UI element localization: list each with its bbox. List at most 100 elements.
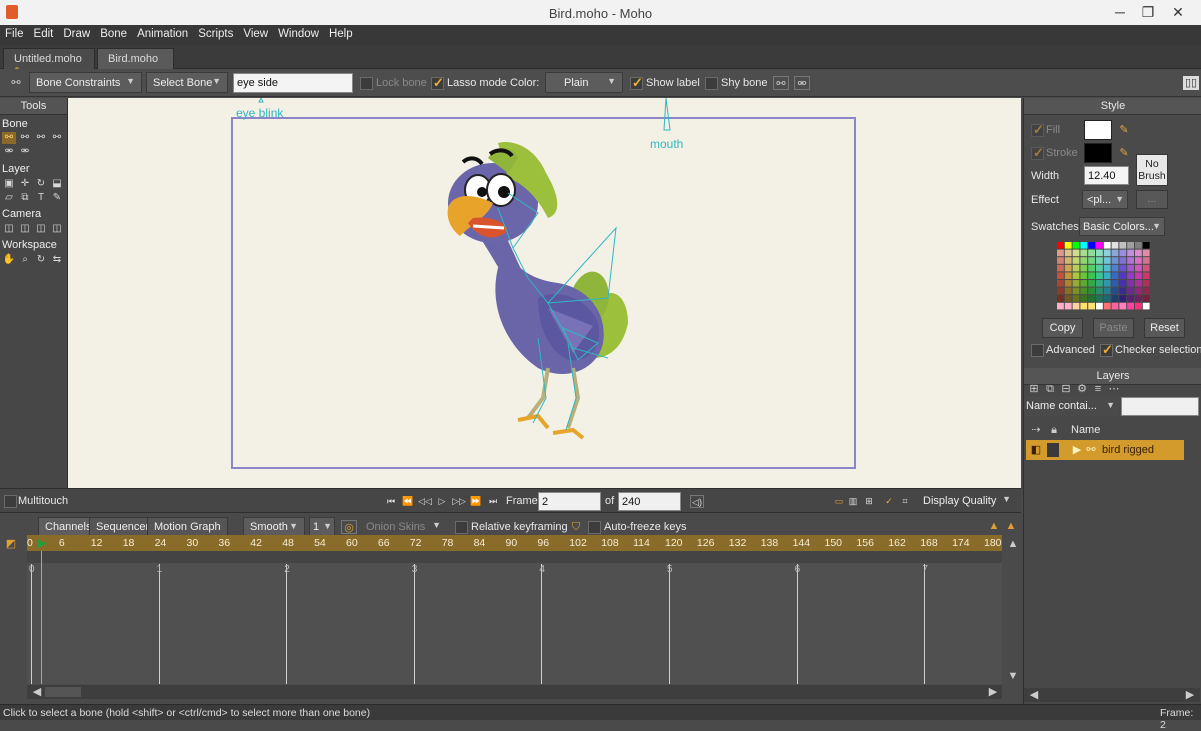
- text-tool-icon[interactable]: T: [34, 192, 48, 204]
- bone-constraints-dropdown[interactable]: Bone Constraints ▼: [29, 72, 142, 93]
- color-swatch[interactable]: [1142, 272, 1150, 279]
- color-swatch[interactable]: [1096, 264, 1103, 272]
- interpolation-dropdown[interactable]: Smooth ▼: [243, 517, 305, 536]
- zoom-camera-icon[interactable]: ◫: [18, 223, 32, 235]
- color-swatch[interactable]: [1135, 272, 1142, 279]
- zoom-icon[interactable]: ⌕: [18, 254, 32, 266]
- color-swatch[interactable]: [1127, 257, 1134, 264]
- color-swatch[interactable]: [1057, 257, 1064, 264]
- swatches-dropdown[interactable]: Basic Colors... ▼: [1079, 217, 1165, 236]
- next-keyframe-icon[interactable]: ⏩: [469, 495, 483, 508]
- color-swatch[interactable]: [1135, 249, 1142, 257]
- fast-forward-icon[interactable]: ⏭: [486, 495, 500, 508]
- tab-untitled[interactable]: Untitled.moho ✎: [3, 48, 95, 78]
- color-swatch[interactable]: [1080, 272, 1088, 279]
- color-swatch[interactable]: [1072, 257, 1080, 264]
- frame-ruler[interactable]: ▶ 0 6 12 18 24 30 36 42 48 54 60 66 72 78 84 90 96 102 108 1…: [27, 535, 1002, 551]
- tab-motion-graph[interactable]: Motion Graph: [147, 517, 228, 536]
- scroll-right-icon[interactable]: ▶: [985, 685, 1001, 699]
- color-swatch[interactable]: [1103, 242, 1111, 249]
- scroll-left-icon[interactable]: ◀: [1026, 688, 1042, 702]
- color-swatch[interactable]: [1142, 264, 1150, 272]
- color-swatch[interactable]: [1072, 272, 1080, 279]
- bone-strength-tool-icon[interactable]: ⚮: [2, 146, 16, 158]
- lasso-mode-checkbox[interactable]: [431, 75, 444, 91]
- collapse-timeline-icon[interactable]: ▲: [986, 519, 1002, 533]
- color-swatch[interactable]: [1088, 272, 1095, 279]
- color-swatch[interactable]: [1096, 302, 1103, 310]
- color-swatch[interactable]: [1103, 264, 1111, 272]
- color-swatch[interactable]: [1064, 249, 1072, 257]
- color-swatch[interactable]: [1135, 264, 1142, 272]
- color-swatch[interactable]: [1080, 280, 1088, 287]
- color-swatch[interactable]: [1064, 295, 1072, 302]
- color-swatches-grid[interactable]: [1055, 240, 1175, 314]
- scroll-right-icon[interactable]: ▶: [1182, 688, 1198, 702]
- color-swatch[interactable]: [1127, 249, 1134, 257]
- scale-layer-tool-icon[interactable]: ⬓: [50, 178, 64, 190]
- color-swatch[interactable]: [1103, 302, 1111, 310]
- color-swatch[interactable]: [1119, 302, 1127, 310]
- interval-dropdown[interactable]: 1 ▼: [309, 517, 335, 536]
- color-swatch[interactable]: [1111, 287, 1119, 295]
- color-swatch[interactable]: [1057, 242, 1064, 249]
- color-swatch[interactable]: [1127, 287, 1134, 295]
- total-frames-field[interactable]: 240: [618, 492, 681, 511]
- color-swatch[interactable]: [1142, 257, 1150, 264]
- color-swatch[interactable]: [1119, 249, 1127, 257]
- color-swatch[interactable]: [1080, 249, 1088, 257]
- color-swatch[interactable]: [1096, 295, 1103, 302]
- color-swatch[interactable]: [1119, 264, 1127, 272]
- copy-button[interactable]: Copy: [1042, 318, 1083, 338]
- color-swatch[interactable]: [1127, 302, 1134, 310]
- menu-edit[interactable]: Edit: [29, 25, 59, 40]
- layer-settings-icon[interactable]: ⚙: [1074, 382, 1090, 396]
- color-swatch[interactable]: [1119, 242, 1127, 249]
- select-bone-tool-icon[interactable]: ⚯: [2, 132, 16, 144]
- color-swatch[interactable]: [1096, 287, 1103, 295]
- color-swatch[interactable]: [1072, 264, 1080, 272]
- stroke-eyedropper-icon[interactable]: ✎: [1116, 146, 1132, 160]
- previous-keyframe-icon[interactable]: ⏪: [401, 495, 415, 508]
- auto-freeze-checkbox[interactable]: [588, 521, 601, 534]
- onion-skins-dropdown[interactable]: Onion Skins ▼: [360, 517, 447, 536]
- color-swatch[interactable]: [1142, 280, 1150, 287]
- duplicate-layer-icon[interactable]: ≡: [1090, 382, 1106, 396]
- timeline-scrollbar[interactable]: ◀ ▶: [27, 685, 1002, 699]
- menu-bone[interactable]: Bone: [95, 25, 132, 40]
- color-swatch[interactable]: [1103, 280, 1111, 287]
- color-swatch[interactable]: [1064, 287, 1072, 295]
- timeline-pin-icon[interactable]: ◩: [3, 537, 19, 551]
- color-swatch[interactable]: [1080, 257, 1088, 264]
- color-swatch[interactable]: [1127, 264, 1134, 272]
- freeze-keys-icon[interactable]: ⛉: [568, 520, 584, 534]
- reparent-bone-tool-icon[interactable]: ⚯: [50, 132, 64, 144]
- color-swatch[interactable]: [1111, 280, 1119, 287]
- color-swatch[interactable]: [1127, 272, 1134, 279]
- color-swatch[interactable]: [1103, 249, 1111, 257]
- color-swatch[interactable]: [1057, 280, 1064, 287]
- color-swatch[interactable]: [1088, 280, 1095, 287]
- step-forward-icon[interactable]: ▷▷: [452, 495, 466, 508]
- color-swatch[interactable]: [1088, 257, 1095, 264]
- width-field[interactable]: 12.40: [1084, 166, 1129, 185]
- color-swatch[interactable]: [1111, 242, 1119, 249]
- more-options-icon[interactable]: ⋯: [1106, 382, 1122, 396]
- color-swatch[interactable]: [1057, 249, 1064, 257]
- bone-color-dropdown[interactable]: Plain ▼: [545, 72, 623, 93]
- color-swatch[interactable]: [1057, 295, 1064, 302]
- color-swatch[interactable]: [1072, 295, 1080, 302]
- color-swatch[interactable]: [1111, 272, 1119, 279]
- scroll-down-icon[interactable]: ▼: [1005, 669, 1021, 683]
- color-swatch[interactable]: [1119, 287, 1127, 295]
- bone-strength-icon[interactable]: ⚮: [794, 76, 810, 90]
- menu-view[interactable]: View: [238, 25, 273, 40]
- tab-bird[interactable]: Bird.moho: [97, 48, 174, 69]
- delete-layer-icon[interactable]: ⊟: [1058, 382, 1074, 396]
- color-swatch[interactable]: [1096, 249, 1103, 257]
- color-swatch[interactable]: [1142, 295, 1150, 302]
- color-swatch[interactable]: [1072, 287, 1080, 295]
- eye-icon[interactable]: ◧: [1028, 443, 1044, 457]
- color-swatch[interactable]: [1142, 242, 1150, 249]
- color-swatch[interactable]: [1088, 242, 1095, 249]
